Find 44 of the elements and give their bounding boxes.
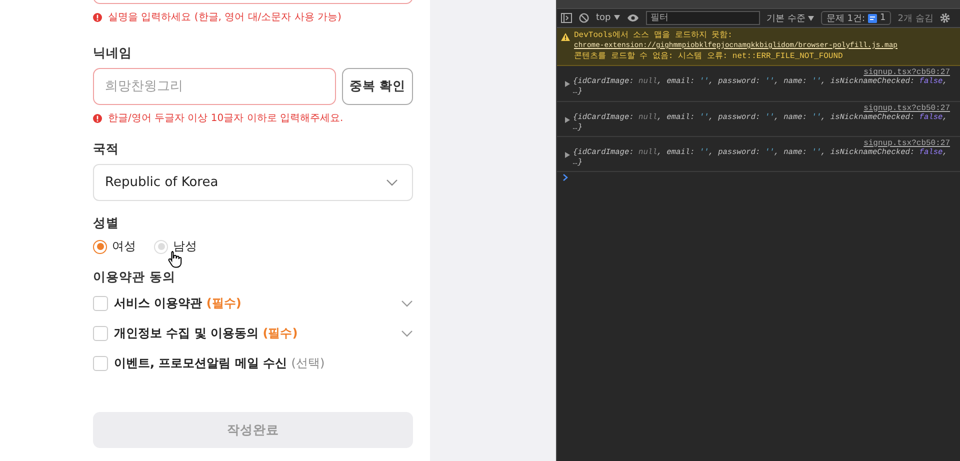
checkbox[interactable]	[93, 326, 108, 340]
terms-label: 이벤트, 프로모션알림 메일 수신 (선택)	[114, 354, 325, 372]
prompt-chevron-icon	[563, 174, 568, 182]
terms-label: 서비스 이용약관 (필수)	[114, 294, 242, 312]
field-label: 성별	[93, 215, 120, 232]
caret-down-icon	[808, 16, 814, 20]
nationality-select[interactable]: Republic of Korea	[93, 164, 413, 201]
error-message: 한글/영어 두글자 이상 10글자 이하로 입력해주세요.	[108, 112, 344, 125]
context-dropdown[interactable]: top	[596, 13, 620, 23]
radio-label: 남성	[173, 238, 197, 255]
eye-icon[interactable]	[626, 14, 639, 22]
radio-label: 여성	[112, 238, 136, 255]
filter-input-field[interactable]: 필터	[646, 11, 760, 25]
warning-icon	[561, 33, 570, 41]
settings-icon[interactable]	[940, 13, 950, 23]
terms-label: 개인정보 수집 및 이용동의 (필수)	[114, 324, 298, 342]
expand-triangle-icon[interactable]	[565, 152, 570, 158]
block-icon[interactable]	[579, 13, 589, 23]
caret-down-icon	[614, 15, 620, 20]
source-link[interactable]: signup.tsx?cb50:27	[864, 104, 950, 113]
expand-triangle-icon[interactable]	[565, 116, 570, 123]
checkbox[interactable]	[93, 356, 108, 370]
log-level-dropdown[interactable]: 기본 수준	[766, 12, 814, 24]
source-link[interactable]: signup.tsx?cb50:27	[864, 138, 950, 148]
hidden-count: 2개 숨김	[898, 12, 934, 24]
hand-pointer-icon	[168, 250, 182, 268]
chevron-down-icon[interactable]	[401, 300, 413, 306]
chevron-down-icon[interactable]	[401, 330, 413, 336]
error-message: 실명을 입력하세요 (한글, 영어 대/소문자 사용 가능)	[108, 11, 342, 24]
expand-triangle-icon[interactable]	[565, 81, 570, 88]
checkbox[interactable]	[93, 296, 108, 310]
source-link[interactable]: signup.tsx?cb50:27	[864, 68, 950, 78]
radio-button[interactable]	[93, 240, 107, 254]
chevron-down-icon	[386, 179, 398, 186]
duplicate-check-button[interactable]: 중복 확인	[342, 68, 413, 105]
sidebar-toggle-icon[interactable]	[561, 13, 572, 23]
field-label: 닉네임	[93, 45, 133, 62]
field-label: 국적	[93, 141, 120, 158]
error-icon	[93, 114, 102, 122]
message-icon	[868, 14, 877, 22]
field-label: 이용약관 동의	[93, 269, 176, 286]
nickname-input-field[interactable]: 희망찬윙그리	[93, 68, 336, 105]
error-icon	[93, 12, 102, 22]
issues-button[interactable]: 문제 1건: 1	[821, 11, 891, 25]
